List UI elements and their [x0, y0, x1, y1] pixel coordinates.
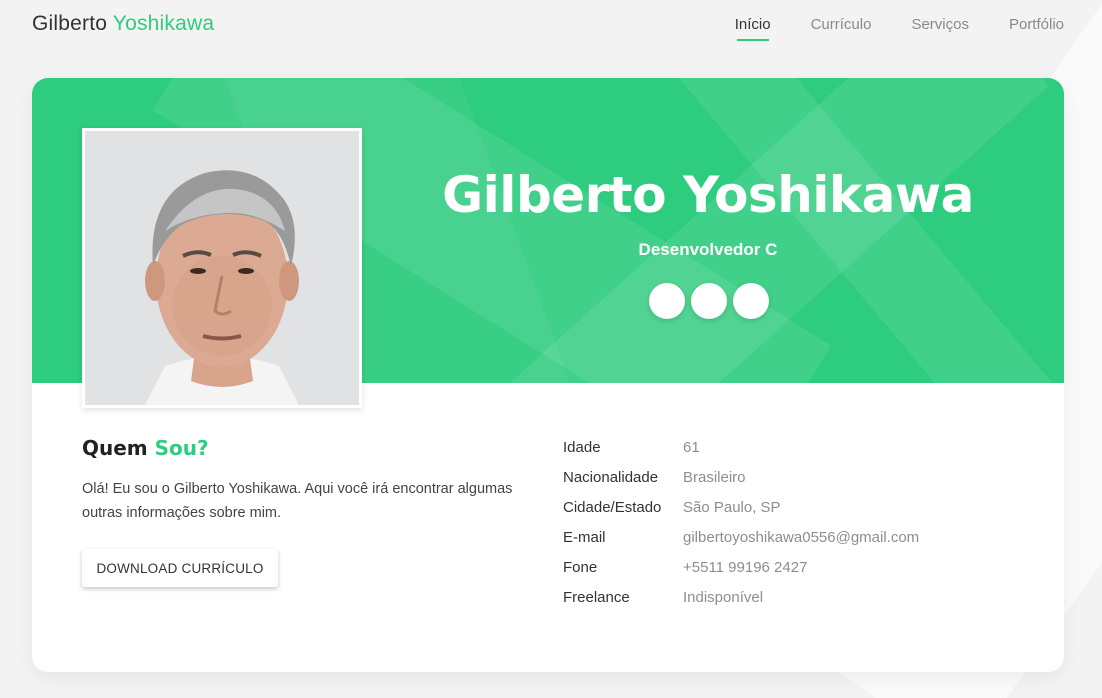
info-label: Nacionalidade	[563, 468, 659, 486]
social-links	[649, 283, 769, 319]
info-value: Indisponível	[683, 588, 764, 606]
info-row-age: Idade 61	[563, 432, 919, 462]
info-row-email: E-mail gilbertoyoshikawa0556@gmail.com	[563, 522, 919, 552]
profile-photo-illustration	[85, 131, 359, 405]
info-label: Idade	[563, 438, 601, 456]
info-value[interactable]: gilbertoyoshikawa0556@gmail.com	[683, 529, 919, 546]
info-row-nationality: Nacionalidade Brasileiro	[563, 462, 919, 492]
hero-role: Desenvolvedor C	[638, 240, 778, 259]
about-title: Quem Sou?	[82, 436, 209, 460]
brand-first-name: Gilberto	[32, 12, 108, 35]
info-label: Fone	[563, 558, 598, 576]
social-icon-1[interactable]	[649, 283, 685, 319]
brand-last-name: Yoshikawa	[112, 12, 215, 35]
main-nav: Início Currículo Serviços Portfólio	[735, 16, 1064, 41]
info-value: 61	[683, 438, 700, 456]
top-navbar: Gilberto Yoshikawa Início Currículo Serv…	[0, 0, 1102, 56]
nav-item-curriculo[interactable]: Currículo	[811, 16, 872, 41]
profile-photo	[82, 128, 362, 408]
profile-card: Gilberto Yoshikawa Desenvolvedor C Quem …	[32, 78, 1064, 672]
nav-item-portfolio[interactable]: Portfólio	[1009, 16, 1064, 41]
social-icon-3[interactable]	[733, 283, 769, 319]
site-logo[interactable]: Gilberto Yoshikawa	[32, 12, 214, 36]
info-row-freelance: Freelance Indisponível	[563, 582, 919, 612]
info-row-city: Cidade/Estado São Paulo, SP	[563, 492, 919, 522]
about-text: Olá! Eu sou o Gilberto Yoshikawa. Aqui v…	[82, 481, 513, 521]
info-label: Freelance	[563, 588, 630, 606]
social-icon-2[interactable]	[691, 283, 727, 319]
hero-name: Gilberto Yoshikawa	[442, 166, 974, 224]
nav-item-servicos[interactable]: Serviços	[911, 16, 969, 41]
about-title-prefix: Quem	[82, 436, 148, 460]
info-row-phone: Fone +5511 99196 2427	[563, 552, 919, 582]
personal-info-list: Idade 61 Nacionalidade Brasileiro Cidade…	[563, 432, 919, 612]
info-value: +5511 99196 2427	[683, 558, 808, 576]
download-cv-button[interactable]: DOWNLOAD CURRÍCULO	[82, 549, 278, 587]
about-title-accent: Sou?	[154, 436, 209, 460]
info-value: Brasileiro	[683, 468, 746, 486]
info-label: Cidade/Estado	[563, 498, 662, 516]
info-value: São Paulo, SP	[683, 498, 781, 516]
info-label: E-mail	[563, 528, 606, 546]
nav-item-inicio[interactable]: Início	[735, 16, 771, 41]
